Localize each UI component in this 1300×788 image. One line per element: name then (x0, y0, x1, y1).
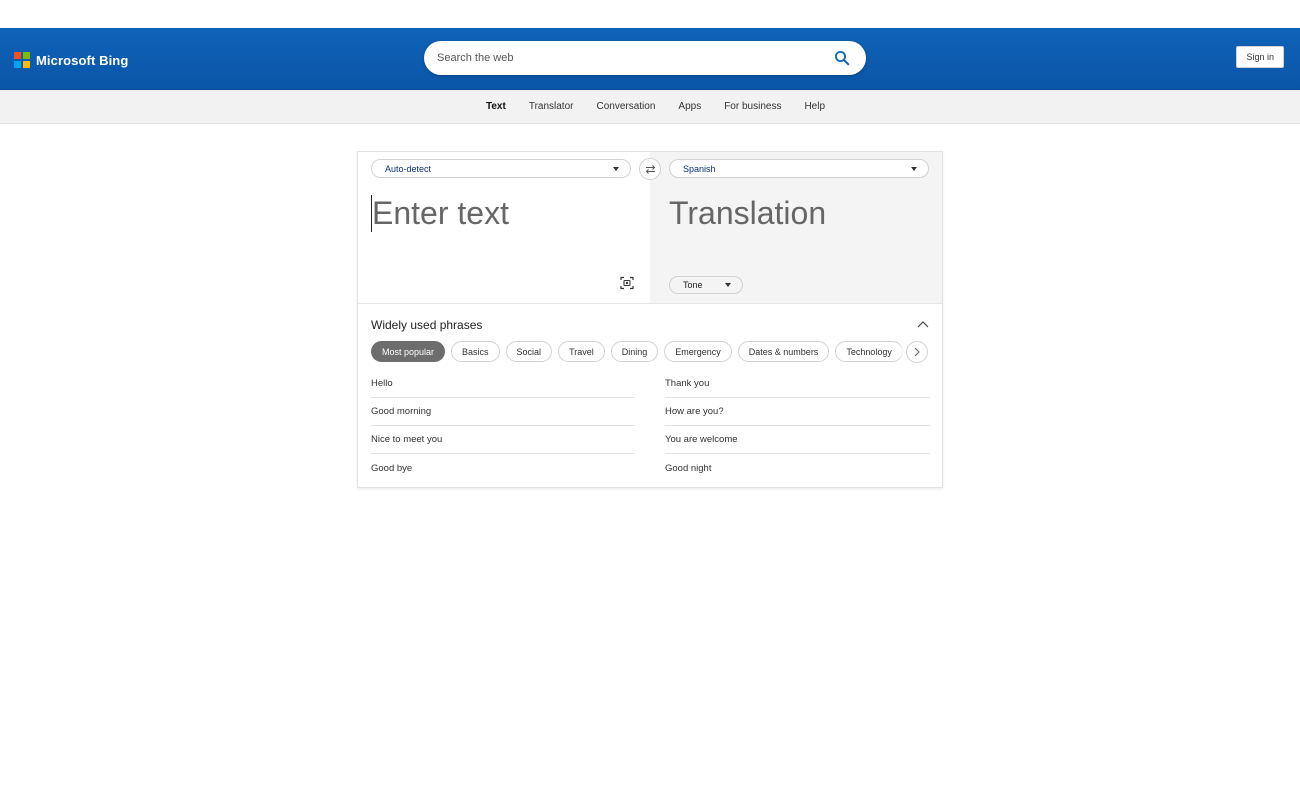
search-input[interactable] (437, 41, 827, 75)
section-divider (358, 303, 942, 304)
microsoft-logo-icon (14, 52, 30, 68)
target-language-select[interactable]: Spanish (669, 159, 929, 178)
phrase-categories: Most popular Basics Social Travel Dining… (371, 341, 903, 362)
subnav-item-for-business[interactable]: For business (724, 101, 781, 112)
search-box (424, 41, 866, 75)
subnav-item-help[interactable]: Help (804, 101, 825, 112)
bing-logo[interactable]: Microsoft Bing (14, 52, 128, 68)
phrase-list-right: Thank you How are you? You are welcome G… (665, 370, 930, 482)
phrase-item[interactable]: Thank you (665, 370, 930, 398)
chip-most-popular[interactable]: Most popular (371, 341, 446, 362)
phrase-item[interactable]: Nice to meet you (371, 426, 635, 454)
chip-social[interactable]: Social (505, 341, 553, 362)
chevron-down-icon (911, 167, 917, 171)
phrase-item[interactable]: Good morning (371, 398, 635, 426)
translation-output: Translation (669, 195, 827, 231)
source-language-label: Auto-detect (385, 163, 432, 174)
camera-scan-icon[interactable] (620, 276, 634, 290)
tone-dropdown[interactable]: Tone (669, 276, 743, 294)
chip-basics[interactable]: Basics (451, 341, 500, 362)
chevron-down-icon (725, 283, 731, 287)
chevron-up-icon[interactable] (916, 319, 930, 329)
chip-technology[interactable]: Technology (835, 341, 903, 362)
phrases-heading: Widely used phrases (371, 318, 483, 332)
chips-next-button[interactable] (906, 341, 928, 363)
swap-arrows-icon (645, 164, 655, 174)
source-language-select[interactable]: Auto-detect (371, 159, 631, 178)
chip-travel[interactable]: Travel (558, 341, 605, 362)
top-header: Microsoft Bing Sign in (0, 28, 1300, 90)
search-icon[interactable] (834, 50, 850, 66)
chip-emergency[interactable]: Emergency (664, 341, 732, 362)
phrase-item[interactable]: Hello (371, 370, 635, 398)
phrase-list-left: Hello Good morning Nice to meet you Good… (371, 370, 635, 482)
subnav-list: Text Translator Conversation Apps For bu… (486, 101, 848, 112)
brand-name: Microsoft Bing (36, 52, 129, 68)
phrase-item[interactable]: You are welcome (665, 426, 930, 454)
chip-dates-numbers[interactable]: Dates & numbers (737, 341, 830, 362)
chevron-right-icon (914, 347, 920, 357)
tone-label: Tone (683, 280, 703, 290)
phrase-item[interactable]: Good bye (371, 454, 635, 482)
chip-dining[interactable]: Dining (610, 341, 659, 362)
swap-languages-button[interactable] (639, 158, 661, 180)
chevron-down-icon (613, 167, 619, 171)
subnav-bar: Text Translator Conversation Apps For bu… (0, 90, 1300, 124)
subnav-item-translator[interactable]: Translator (529, 101, 574, 112)
subnav-item-apps[interactable]: Apps (678, 101, 701, 112)
phrase-item[interactable]: Good night (665, 454, 930, 482)
subnav-item-conversation[interactable]: Conversation (596, 101, 655, 112)
phrase-item[interactable]: How are you? (665, 398, 930, 426)
source-pane: Auto-detect Enter text (358, 152, 650, 303)
translator-card: Auto-detect Enter text Spanish Translati… (357, 151, 943, 488)
target-pane: Spanish Translation Tone (650, 152, 942, 303)
subnav-item-text[interactable]: Text (486, 101, 506, 112)
source-text-input[interactable]: Enter text (372, 195, 509, 232)
sign-in-button[interactable]: Sign in (1236, 46, 1284, 68)
target-language-label: Spanish (683, 163, 716, 174)
